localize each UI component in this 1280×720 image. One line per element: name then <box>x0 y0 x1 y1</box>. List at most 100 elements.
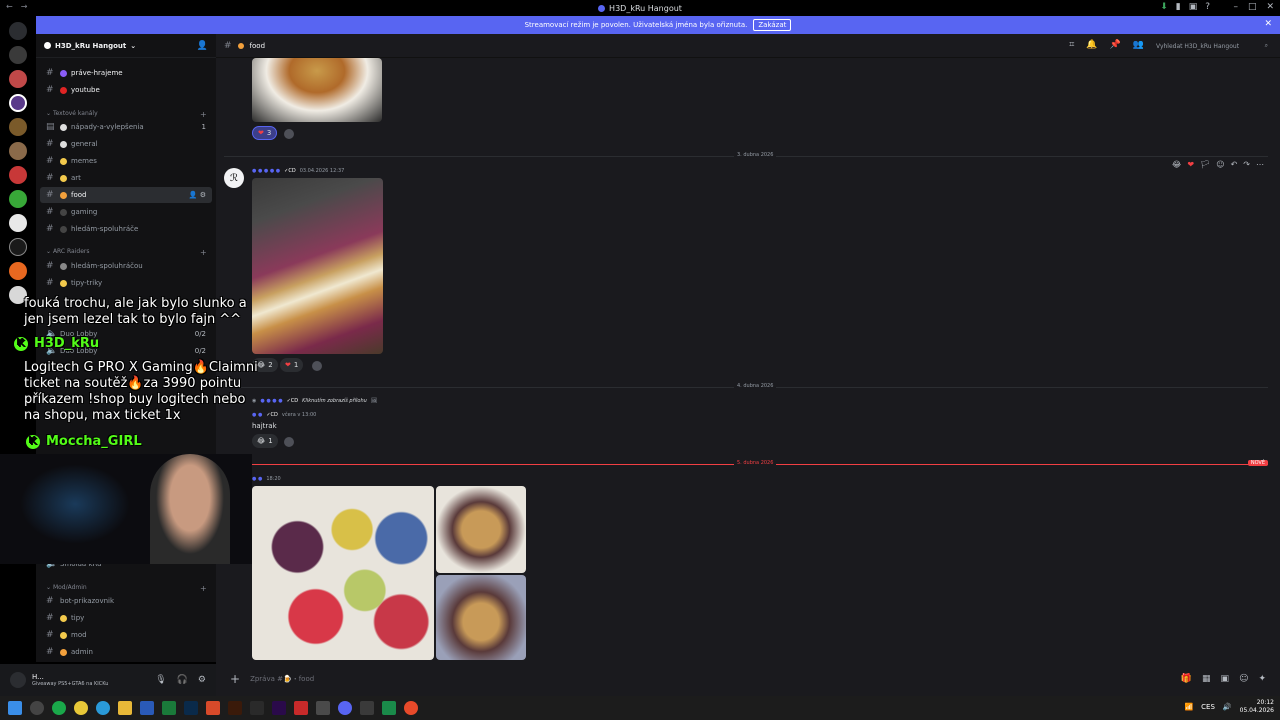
more-icon[interactable]: ⋯ <box>1256 160 1264 169</box>
gift-icon[interactable]: 🎁 <box>1181 674 1192 684</box>
server-icon[interactable] <box>9 94 27 112</box>
server-icon[interactable] <box>9 238 27 256</box>
chrome-icon[interactable] <box>74 701 88 715</box>
heart-reaction[interactable]: ❤ 3 <box>252 126 278 140</box>
photoshop-icon[interactable] <box>184 701 198 715</box>
server-header[interactable]: H3D_kRu Hangout ⌄ 👤 <box>36 34 216 58</box>
message-composer[interactable]: + Zpráva #🍺・food 🎁 ▦ ▣ ☺ ✦ <box>224 668 1272 690</box>
channel-item[interactable]: # admin <box>40 644 212 660</box>
headphones-icon[interactable]: 🎧 <box>177 675 188 685</box>
server-icon[interactable] <box>9 70 27 88</box>
channel-item[interactable]: # tipy-triky <box>40 275 212 291</box>
minimize-icon[interactable]: – <box>1233 2 1238 12</box>
add-channel-icon[interactable]: + <box>200 584 207 593</box>
food-image[interactable] <box>252 178 383 354</box>
server-icon[interactable] <box>9 214 27 232</box>
word-icon[interactable] <box>140 701 154 715</box>
acrobat-icon[interactable] <box>294 701 308 715</box>
discord-home-icon[interactable] <box>9 22 27 40</box>
bookmark-icon[interactable]: ▮ <box>1176 2 1181 12</box>
channel-item[interactable]: ▤ nápady-a-vylepšenia 1 <box>40 119 212 135</box>
reply-preview[interactable]: ◉ ● ● ● ● ✓CD Kliknutím zobrazíš přílohu… <box>252 398 377 404</box>
channel-item[interactable]: # hledám-spoluhráče <box>40 221 212 237</box>
avatar[interactable] <box>10 672 26 688</box>
server-icon[interactable] <box>9 118 27 136</box>
emoji-reaction-icon[interactable]: 😂 <box>1172 160 1181 169</box>
gear-icon[interactable]: ⚙ <box>198 675 206 685</box>
category-arc[interactable]: ⌄ ARC Raiders + <box>46 248 207 257</box>
close-icon[interactable]: ✕ <box>1266 2 1274 12</box>
channel-item-food[interactable]: # food 👤 ⚙ <box>40 187 212 203</box>
nav-arrows[interactable]: ← → <box>6 2 27 11</box>
channel-item[interactable]: # memes <box>40 153 212 169</box>
search-icon[interactable] <box>30 701 44 715</box>
server-icon[interactable] <box>9 166 27 184</box>
volume-icon[interactable]: 🔊 <box>1223 703 1232 711</box>
voice-channel[interactable]: 🔈 Duo Lobby 0/2 <box>40 326 212 342</box>
app-icon[interactable] <box>316 701 330 715</box>
add-reaction-icon[interactable]: ☺ <box>1216 160 1224 169</box>
channel-item[interactable]: # general <box>40 136 212 152</box>
channel-item[interactable]: # mod <box>40 627 212 643</box>
language[interactable]: CES <box>1201 703 1215 711</box>
maximize-icon[interactable]: □ <box>1248 2 1257 12</box>
add-reaction-icon[interactable] <box>284 129 294 139</box>
add-reaction-icon[interactable] <box>312 361 322 371</box>
close-banner-icon[interactable]: ✕ <box>1264 19 1272 29</box>
illustrator-icon[interactable] <box>228 701 242 715</box>
excel-icon[interactable] <box>162 701 176 715</box>
avatar[interactable]: ℛ <box>224 168 244 188</box>
channel-item[interactable]: # práve-hrajeme <box>40 65 212 81</box>
channel-item[interactable]: # hledám-spoluhráčou <box>40 258 212 274</box>
category-text[interactable]: ⌄ Textové kanály + <box>46 110 207 119</box>
members-icon[interactable]: 👥 <box>1133 40 1144 50</box>
server-icon[interactable] <box>9 142 27 160</box>
voice-channel[interactable]: 🔈 Duo Lobby 0/2 <box>40 343 212 359</box>
microphone-icon[interactable]: 🎙 <box>155 675 166 685</box>
wifi-icon[interactable]: 📶 <box>1184 703 1193 711</box>
add-attachment-icon[interactable]: + <box>230 672 240 686</box>
edge-icon[interactable] <box>96 701 110 715</box>
add-channel-icon[interactable]: + <box>200 248 207 257</box>
app-icon[interactable] <box>52 701 66 715</box>
download-icon[interactable]: ⬇ <box>1160 2 1168 12</box>
category-mod[interactable]: ⌄ Mod/Admin + <box>46 584 207 593</box>
gif-icon[interactable]: ▦ <box>1202 674 1211 684</box>
discord-icon[interactable] <box>338 701 352 715</box>
channel-item[interactable]: # youtube <box>40 82 212 98</box>
search-input[interactable]: Vyhledat H3D_kRu Hangout ⌕ <box>1152 38 1272 54</box>
bell-icon[interactable]: 🔔 <box>1086 40 1097 50</box>
heart-reaction[interactable]: ❤ 1 <box>280 358 304 372</box>
food-image[interactable] <box>252 58 382 122</box>
disable-button[interactable]: Zakázat <box>753 19 792 31</box>
back-icon[interactable]: ← <box>6 2 13 11</box>
cake-image[interactable] <box>436 575 526 660</box>
server-icon[interactable] <box>9 262 27 280</box>
laugh-reaction[interactable]: 😂 2 <box>252 358 278 372</box>
app-icon[interactable] <box>382 701 396 715</box>
cake-image[interactable] <box>436 486 526 573</box>
threads-icon[interactable]: ⌗ <box>1069 40 1074 50</box>
channel-item[interactable]: # art <box>40 170 212 186</box>
clock[interactable]: 20:12 05.04.2026 <box>1240 699 1274 715</box>
server-icon[interactable] <box>9 46 27 64</box>
channel-item[interactable]: # bot-prikazovnik <box>40 593 212 609</box>
server-icon[interactable] <box>9 190 27 208</box>
reply-icon[interactable]: ↶ <box>1231 160 1238 169</box>
flag-icon[interactable]: 🏳 <box>1200 160 1210 169</box>
app-icon[interactable] <box>250 701 264 715</box>
easter-eggs-image[interactable] <box>252 486 434 660</box>
sticker-icon[interactable]: ▣ <box>1221 674 1230 684</box>
channel-item[interactable]: # gaming <box>40 204 212 220</box>
app-icon[interactable] <box>360 701 374 715</box>
inbox-icon[interactable]: ▣ <box>1189 2 1198 12</box>
add-channel-icon[interactable]: + <box>200 110 207 119</box>
app-icon[interactable] <box>404 701 418 715</box>
pin-icon[interactable]: 📌 <box>1110 40 1121 50</box>
laugh-reaction[interactable]: 😂 1 <box>252 434 278 448</box>
emoji-icon[interactable]: ☺ <box>1239 674 1248 684</box>
windows-start-icon[interactable] <box>8 701 22 715</box>
app-icon[interactable] <box>206 701 220 715</box>
forward-icon[interactable]: → <box>21 2 28 11</box>
add-member-icon[interactable]: 👤 <box>197 41 208 51</box>
